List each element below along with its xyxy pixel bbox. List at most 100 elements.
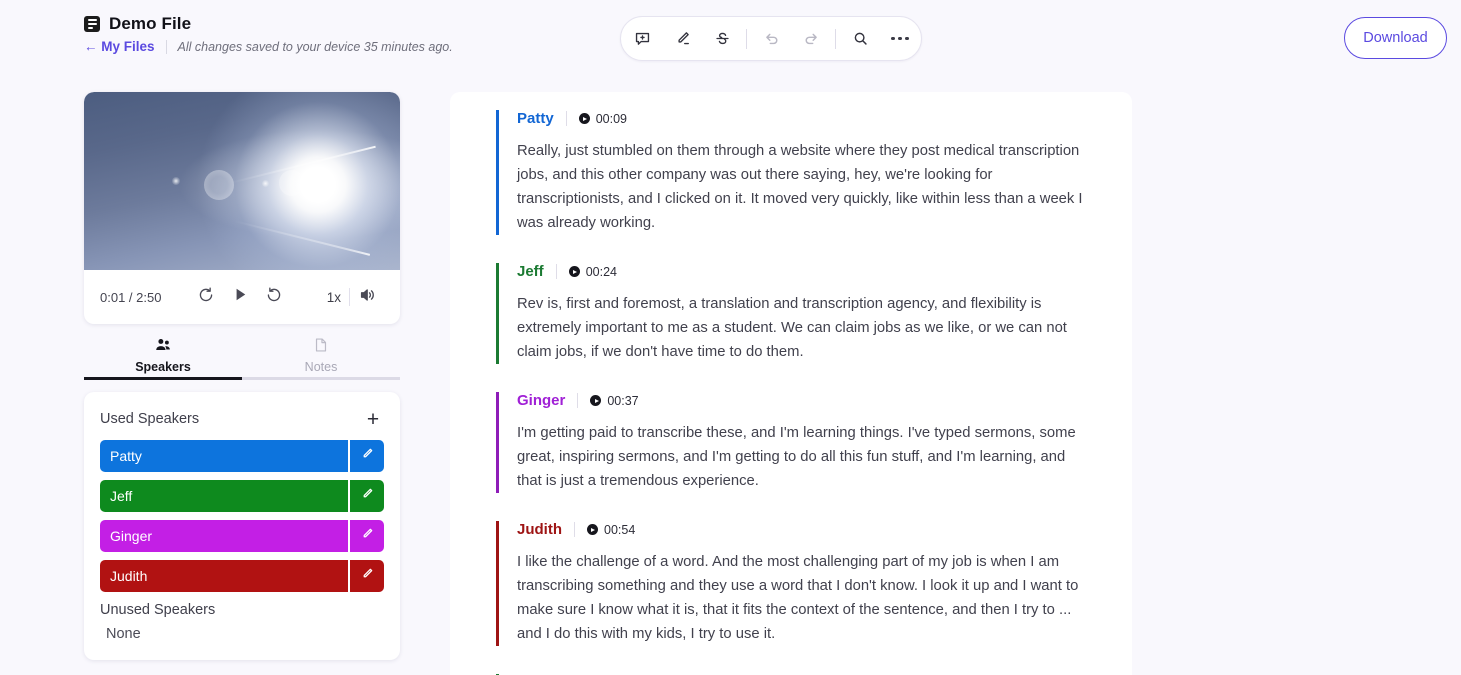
segment-time-label: 00:37: [607, 393, 639, 408]
segment-header: Jeff 00:24: [517, 263, 1094, 280]
lens-flare-dot-1: [172, 177, 180, 185]
pencil-icon: [361, 567, 374, 585]
segment-time-label: 00:09: [595, 111, 627, 126]
segment-text[interactable]: I like the challenge of a word. And the …: [517, 550, 1094, 646]
used-speakers-title: Used Speakers: [100, 411, 200, 427]
unused-speakers-title: Unused Speakers: [100, 602, 216, 618]
edit-speaker-judith-button[interactable]: [350, 560, 384, 592]
speakers-icon: [155, 337, 172, 358]
forward-15-icon: [265, 286, 283, 309]
play-segment-icon: [578, 113, 590, 124]
speaker-pill-judith[interactable]: Judith: [100, 560, 348, 592]
more-options-button[interactable]: [880, 19, 920, 59]
segment-speaker-name[interactable]: Patty: [517, 110, 554, 127]
breadcrumb-divider: [165, 39, 167, 54]
segment-speaker-name[interactable]: Judith: [517, 521, 562, 538]
toolbar-divider-1: [746, 28, 747, 49]
undo-button[interactable]: [751, 19, 791, 59]
edit-button[interactable]: [662, 19, 702, 59]
segment-header: Ginger 00:37: [517, 392, 1094, 409]
used-speakers-header: Used Speakers +: [100, 408, 384, 430]
speakers-panel: Used Speakers + Patty Jeff Ginger Judith…: [84, 392, 400, 660]
segment-text[interactable]: I'm getting paid to transcribe these, an…: [517, 421, 1094, 493]
transcript-panel[interactable]: Patty 00:09 Really, just stumbled on the…: [450, 92, 1132, 675]
search-button[interactable]: [840, 19, 880, 59]
segment-header: Judith 00:54: [517, 521, 1094, 538]
file-title-row: Demo File: [84, 14, 453, 34]
speaker-row: Judith: [100, 560, 384, 592]
volume-button[interactable]: [350, 280, 384, 314]
speaker-pill-jeff[interactable]: Jeff: [100, 480, 348, 512]
lens-flare-halo-1: [204, 170, 234, 200]
page-title: Demo File: [109, 14, 192, 33]
transcript-segment: Jeff 00:24 Rev is, first and foremost, a…: [496, 263, 1094, 364]
volume-icon: [358, 286, 376, 309]
strikethrough-icon: [714, 30, 731, 47]
lens-flare-dot-2: [262, 180, 269, 187]
speaker-row: Ginger: [100, 520, 384, 552]
left-panel: 0:01 / 2:50 1x Speakers Notes Used Speak…: [84, 92, 400, 660]
segment-text[interactable]: Really, just stumbled on them through a …: [517, 139, 1094, 235]
segment-header: Patty 00:09: [517, 110, 1094, 127]
time-display: 0:01 / 2:50: [100, 289, 162, 305]
tab-notes[interactable]: Notes: [242, 334, 400, 380]
segment-timestamp[interactable]: 00:09: [578, 111, 627, 126]
segment-time-label: 00:54: [604, 522, 636, 537]
speaker-row: Patty: [100, 440, 384, 472]
notes-icon: [313, 337, 329, 358]
edit-speaker-jeff-button[interactable]: [350, 480, 384, 512]
search-icon: [852, 30, 869, 47]
strikethrough-button[interactable]: [702, 19, 742, 59]
tab-speakers-label: Speakers: [135, 360, 191, 374]
forward-button[interactable]: [257, 280, 291, 314]
more-options-icon: [891, 36, 909, 41]
speaker-pill-ginger[interactable]: Ginger: [100, 520, 348, 552]
pencil-icon: [361, 447, 374, 465]
segment-speaker-name[interactable]: Jeff: [517, 263, 544, 280]
pencil-icon: [361, 487, 374, 505]
unused-speakers-value: None: [106, 626, 141, 642]
lens-flare-halo-2: [279, 170, 305, 196]
transcript-segment: Judith 00:54 I like the challenge of a w…: [496, 521, 1094, 646]
media-player: 0:01 / 2:50 1x: [84, 92, 400, 324]
my-files-link[interactable]: ← My Files: [84, 39, 155, 54]
add-comment-button[interactable]: [622, 19, 662, 59]
play-icon: [232, 286, 249, 308]
document-icon: [84, 16, 100, 32]
toolbar-divider-2: [835, 28, 836, 49]
segment-timestamp[interactable]: 00:37: [590, 393, 639, 408]
segment-text[interactable]: Rev is, first and foremost, a translatio…: [517, 292, 1094, 364]
player-controls: 0:01 / 2:50 1x: [84, 270, 400, 324]
undo-icon: [763, 30, 780, 47]
speaker-pill-patty[interactable]: Patty: [100, 440, 348, 472]
segment-timestamp[interactable]: 00:24: [568, 264, 617, 279]
segment-speaker-name[interactable]: Ginger: [517, 392, 565, 409]
redo-button[interactable]: [791, 19, 831, 59]
content-area: 0:01 / 2:50 1x Speakers Notes Used Speak…: [0, 78, 1461, 675]
transcript-segment: Ginger 00:37 I'm getting paid to transcr…: [496, 392, 1094, 493]
rewind-button[interactable]: [189, 280, 223, 314]
segment-divider: [555, 264, 557, 279]
file-meta: Demo File ← My Files All changes saved t…: [84, 14, 453, 54]
editor-toolbar: [620, 16, 922, 61]
breadcrumb: ← My Files All changes saved to your dev…: [84, 39, 453, 54]
add-comment-icon: [634, 30, 651, 47]
redo-icon: [803, 30, 820, 47]
add-speaker-button[interactable]: +: [362, 408, 384, 430]
segment-time-label: 00:24: [585, 264, 617, 279]
save-status-text: All changes saved to your device 35 minu…: [177, 39, 453, 54]
download-button[interactable]: Download: [1344, 17, 1447, 59]
play-button[interactable]: [223, 280, 257, 314]
rewind-15-icon: [197, 286, 215, 309]
pencil-icon: [361, 527, 374, 545]
segment-divider: [577, 393, 579, 408]
tab-speakers[interactable]: Speakers: [84, 334, 242, 380]
play-segment-icon: [587, 524, 598, 535]
edit-speaker-ginger-button[interactable]: [350, 520, 384, 552]
segment-timestamp[interactable]: 00:54: [587, 523, 635, 537]
segment-divider: [574, 522, 575, 537]
edit-speaker-patty-button[interactable]: [350, 440, 384, 472]
playback-speed-button[interactable]: 1x: [319, 286, 349, 309]
video-thumbnail[interactable]: [84, 92, 400, 270]
play-segment-icon: [568, 266, 580, 277]
